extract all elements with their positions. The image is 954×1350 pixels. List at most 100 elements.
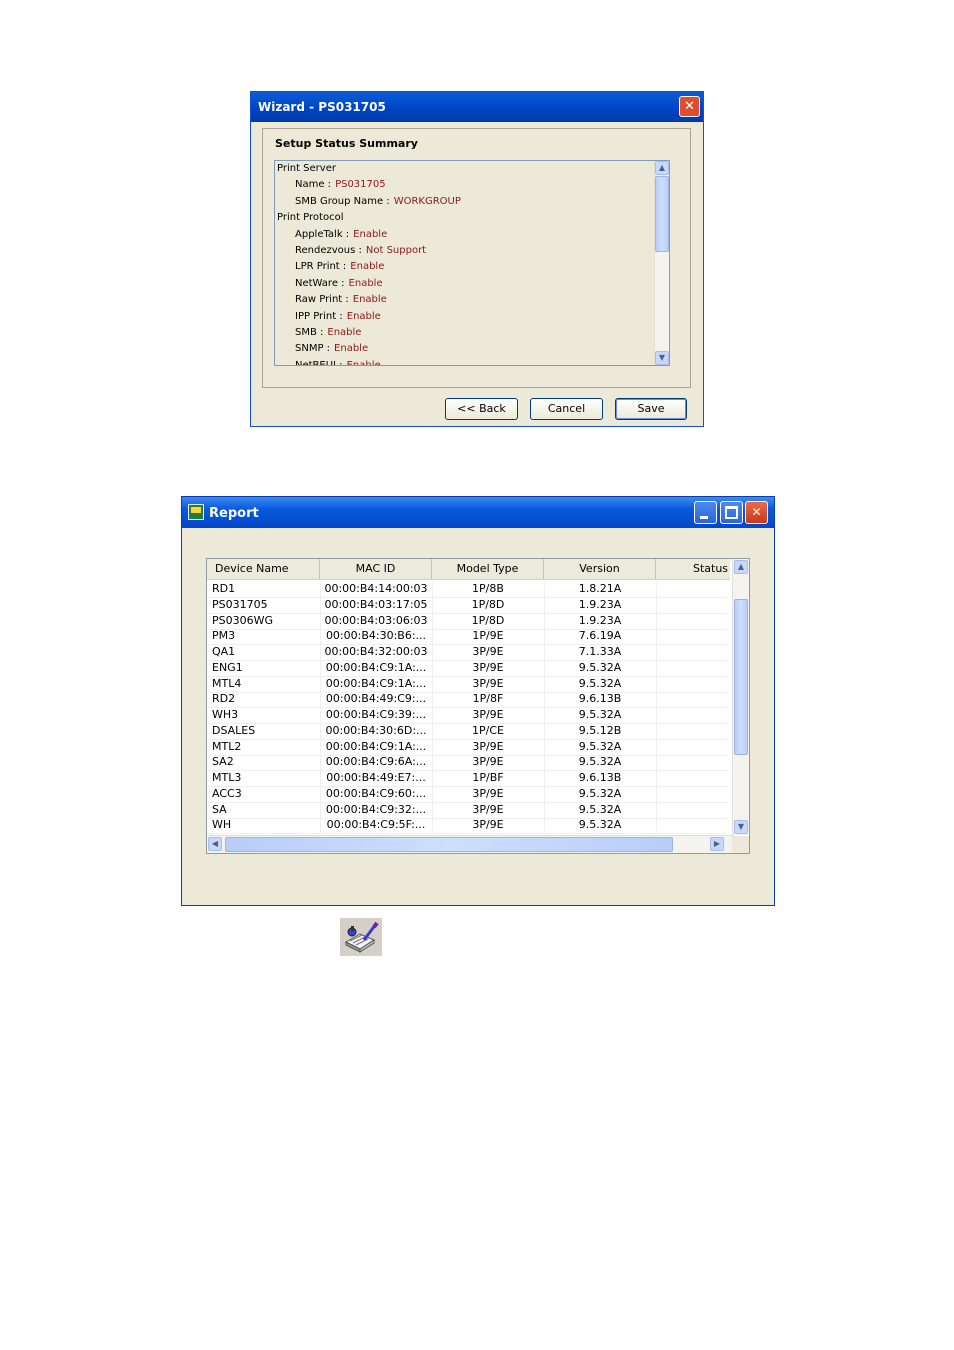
column-divider bbox=[320, 691, 321, 708]
table-cell: 00:00:B4:03:17:05 bbox=[324, 597, 428, 611]
summary-item: SNMP : Enable bbox=[295, 341, 368, 357]
table-hscroll-thumb[interactable] bbox=[225, 837, 673, 852]
table-row[interactable]: MTL4 00:00:B4:C9:1A:... 3P/9E 9.5.32A bbox=[207, 675, 728, 693]
table-cell: MTL2 bbox=[212, 739, 242, 753]
column-divider bbox=[544, 785, 545, 802]
column-header[interactable]: Model Type bbox=[432, 559, 544, 579]
table-row[interactable]: MTL3 00:00:B4:49:E7:... 1P/BF 9.6.13B bbox=[207, 770, 728, 787]
table-row[interactable]: PS0306WG 00:00:B4:03:06:03 1P/8D 1.9.23A bbox=[207, 612, 728, 630]
scrollbar-corner bbox=[732, 836, 749, 853]
scroll-thumb[interactable] bbox=[655, 176, 669, 252]
table-scroll-thumb[interactable] bbox=[734, 599, 748, 755]
table-row[interactable]: SA 00:00:B4:C9:32:... 3P/9E 9.5.32A bbox=[207, 801, 728, 819]
summary-item-label: SMB Group Name : bbox=[295, 195, 390, 207]
table-row[interactable]: PM3 00:00:B4:30:B6:... 1P/9E 7.6.19A bbox=[207, 628, 728, 646]
summary-item: SMB Group Name : WORKGROUP bbox=[295, 194, 461, 210]
table-cell: 00:00:B4:30:6D:... bbox=[325, 723, 427, 737]
table-vertical-scrollbar[interactable]: ▲ ▼ bbox=[732, 559, 749, 835]
table-cell: MTL3 bbox=[212, 771, 242, 784]
table-cell: PS0306WG bbox=[212, 613, 274, 627]
scroll-right-icon[interactable]: ▶ bbox=[710, 837, 724, 851]
report-close-button[interactable]: ✕ bbox=[745, 501, 768, 524]
back-button[interactable]: << Back bbox=[445, 398, 518, 420]
table-cell: 00:00:B4:49:E7:... bbox=[326, 771, 426, 784]
summary-item: Raw Print : Enable bbox=[295, 292, 387, 308]
table-row[interactable]: PS031705 00:00:B4:03:17:05 1P/8D 1.9.23A bbox=[207, 596, 728, 614]
report-title-bar[interactable]: Report ✕ bbox=[182, 497, 774, 528]
table-row[interactable]: QA1 00:00:B4:32:00:03 3P/9E 7.1.33A bbox=[207, 644, 728, 661]
column-divider bbox=[320, 628, 321, 645]
column-divider bbox=[432, 691, 433, 708]
summary-item-value: WORKGROUP bbox=[393, 195, 461, 207]
wizard-title: Wizard - PS031705 bbox=[258, 100, 386, 114]
wizard-title-bar[interactable]: Wizard - PS031705 ✕ bbox=[251, 92, 703, 122]
column-divider bbox=[544, 628, 545, 645]
summary-item-value: Not Support bbox=[365, 245, 427, 256]
table-row[interactable]: MTL2 00:00:B4:C9:1A:... 3P/9E 9.5.32A bbox=[207, 738, 728, 756]
column-divider bbox=[320, 612, 321, 629]
minimize-button[interactable] bbox=[694, 501, 717, 524]
summary-item: AppleTalk : Enable bbox=[295, 227, 387, 243]
column-divider bbox=[320, 785, 321, 802]
summary-list[interactable]: ▲ ▼ Print Server Name : PS031705 SMB Group … bbox=[274, 160, 670, 366]
column-divider bbox=[656, 596, 657, 613]
table-row[interactable]: DSALES 00:00:B4:30:6D:... 1P/CE 9.5.12B bbox=[207, 722, 728, 740]
scroll-up-icon[interactable]: ▲ bbox=[655, 161, 669, 175]
column-divider bbox=[320, 754, 321, 771]
column-divider bbox=[432, 722, 433, 739]
table-row[interactable]: WH 00:00:B4:C9:5F:... 3P/9E 9.5.32A bbox=[207, 817, 728, 835]
table-row[interactable]: RD1 00:00:B4:14:00:03 1P/8B 1.8.21A bbox=[207, 581, 728, 598]
table-cell: 00:00:B4:C9:5F:... bbox=[326, 818, 426, 832]
summary-heading: Setup Status Summary bbox=[275, 137, 418, 150]
table-cell: 00:00:B4:C9:32:... bbox=[325, 802, 427, 816]
table-cell: 1.9.23A bbox=[578, 613, 622, 627]
summary-vertical-scrollbar[interactable]: ▲ ▼ bbox=[654, 161, 669, 365]
scroll-up-icon[interactable]: ▲ bbox=[734, 560, 748, 574]
column-divider bbox=[656, 659, 657, 676]
table-cell: 7.6.19A bbox=[578, 629, 622, 643]
table-row[interactable]: ACC3 00:00:B4:C9:60:... 3P/9E 9.5.32A bbox=[207, 785, 728, 803]
table-cell: DSALES bbox=[212, 723, 256, 737]
summary-item-label: NetWare : bbox=[295, 277, 345, 289]
wizard-close-button[interactable]: ✕ bbox=[679, 96, 700, 117]
column-header[interactable]: Device Name bbox=[207, 559, 320, 579]
maximize-button[interactable] bbox=[720, 501, 743, 524]
column-divider bbox=[656, 738, 657, 755]
table-cell: 9.5.12B bbox=[578, 723, 622, 737]
scroll-down-icon[interactable]: ▼ bbox=[655, 351, 669, 365]
column-header[interactable]: Version bbox=[544, 559, 656, 579]
table-row[interactable]: WH3 00:00:B4:C9:39:... 3P/9E 9.5.32A bbox=[207, 707, 728, 724]
column-divider bbox=[656, 628, 657, 645]
save-button[interactable]: Save bbox=[615, 398, 687, 420]
table-row[interactable]: SA2 00:00:B4:C9:6A:... 3P/9E 9.5.32A bbox=[207, 754, 728, 772]
table-cell: 1P/8F bbox=[472, 692, 504, 706]
column-divider bbox=[320, 770, 321, 786]
cancel-button[interactable]: Cancel bbox=[530, 398, 603, 420]
report-title: Report bbox=[209, 506, 259, 521]
column-divider bbox=[544, 754, 545, 771]
column-divider bbox=[320, 817, 321, 834]
close-icon: ✕ bbox=[684, 99, 695, 114]
table-cell: SA2 bbox=[212, 755, 234, 769]
column-divider bbox=[432, 817, 433, 834]
column-header[interactable]: MAC ID bbox=[320, 559, 432, 579]
table-row[interactable]: ENG1 00:00:B4:C9:1A:... 3P/9E 9.5.32A bbox=[207, 659, 728, 677]
table-row[interactable]: RD2 00:00:B4:49:C9:... 1P/8F 9.6.13B bbox=[207, 691, 728, 709]
edit-settings-icon[interactable] bbox=[340, 918, 382, 956]
scroll-left-icon[interactable]: ◀ bbox=[208, 837, 222, 851]
device-table[interactable]: Device Name MAC ID Model Type Version Status… bbox=[206, 558, 750, 854]
table-horizontal-scrollbar[interactable]: ◀ ▶ bbox=[207, 835, 734, 853]
column-divider bbox=[432, 754, 433, 771]
table-cell: 00:00:B4:C9:60:... bbox=[325, 786, 427, 800]
column-header[interactable]: Status bbox=[656, 559, 736, 579]
table-cell: 3P/9E bbox=[472, 755, 504, 769]
scroll-down-icon[interactable]: ▼ bbox=[734, 820, 748, 834]
table-cell: 00:00:B4:14:00:03 bbox=[324, 582, 428, 595]
column-divider bbox=[320, 644, 321, 660]
table-cell: 9.5.32A bbox=[578, 786, 622, 800]
table-cell: 1P/8D bbox=[471, 613, 505, 627]
summary-item-value: Enable bbox=[353, 228, 388, 240]
summary-item-label: Rendezvous : bbox=[295, 245, 362, 256]
table-cell: RD2 bbox=[212, 692, 236, 706]
table-cell: ENG1 bbox=[212, 660, 243, 674]
